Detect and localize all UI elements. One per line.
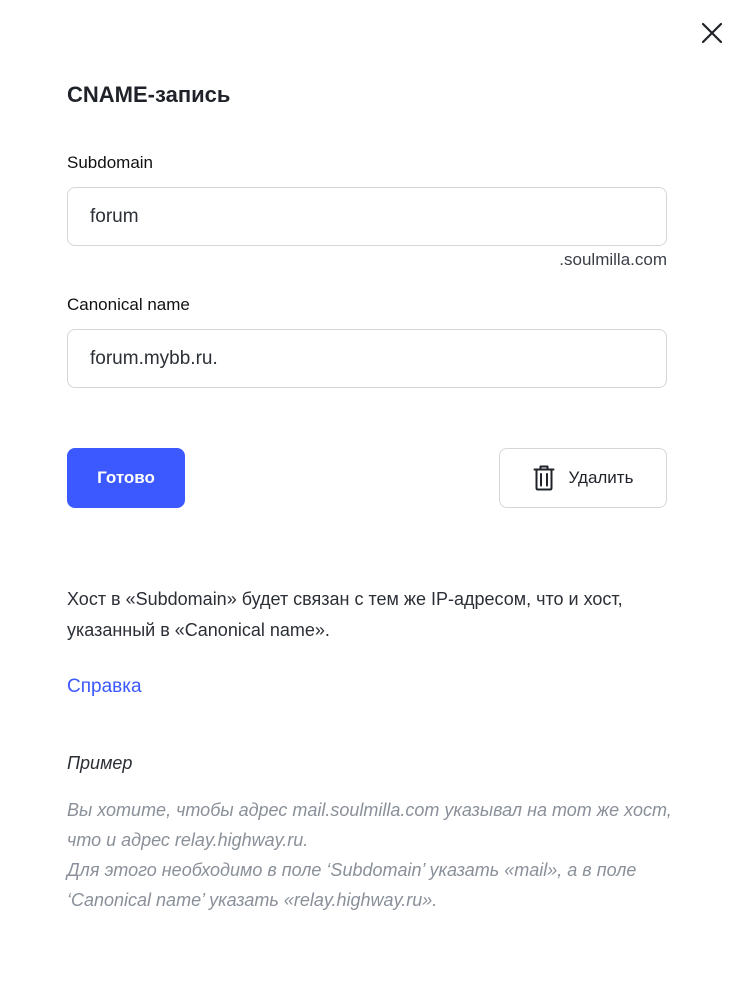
dialog-title: CNAME-запись — [67, 82, 231, 107]
domain-suffix: .soulmilla.com — [559, 250, 667, 269]
example-text: Вы хотите, чтобы адрес mail.soulmilla.co… — [67, 795, 677, 915]
done-button[interactable]: Готово — [67, 448, 185, 508]
delete-button[interactable]: Удалить — [499, 448, 667, 508]
subdomain-label: Subdomain — [67, 153, 154, 172]
example-title: Пример — [67, 753, 133, 773]
canonical-name-input[interactable] — [67, 329, 667, 388]
example-line: Вы хотите, чтобы адрес mail.soulmilla.co… — [67, 800, 672, 850]
subdomain-input[interactable] — [67, 187, 667, 246]
cname-record-dialog: CNAME-запись Subdomain .soulmilla.com Ca… — [0, 0, 740, 988]
description-text: Хост в «Subdomain» будет связан с тем же… — [67, 589, 623, 640]
delete-button-label: Удалить — [568, 468, 634, 487]
help-link[interactable]: Справка — [67, 676, 142, 698]
example-line: Для этого необходимо в поле ‘Subdomain’ … — [67, 860, 637, 910]
trash-icon — [533, 465, 555, 491]
canonical-name-label: Canonical name — [67, 295, 190, 314]
close-icon[interactable] — [699, 20, 725, 46]
